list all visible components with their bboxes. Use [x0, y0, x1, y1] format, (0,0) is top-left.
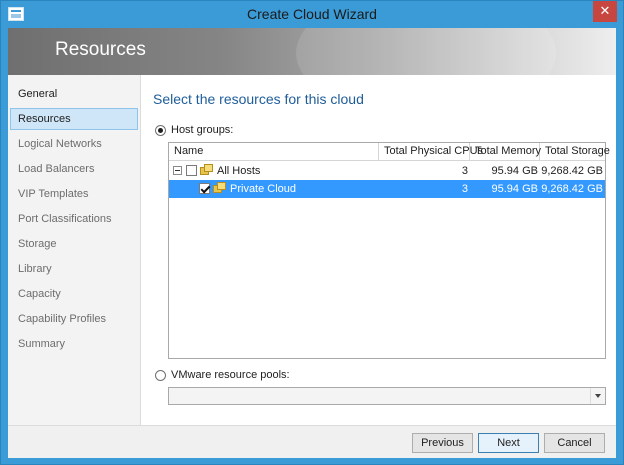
page-title: Resources: [55, 39, 146, 60]
row-storage: 9,268.42 GB: [541, 165, 603, 177]
table-row[interactable]: Private Cloud 3 95.94 GB 9,268.42 GB: [169, 180, 605, 198]
nav-item-logical-networks[interactable]: Logical Networks: [10, 133, 138, 155]
nav-item-load-balancers[interactable]: Load Balancers: [10, 158, 138, 180]
next-button[interactable]: Next: [478, 433, 539, 453]
nav-item-storage[interactable]: Storage: [10, 233, 138, 255]
collapse-icon[interactable]: [173, 166, 182, 175]
nav-item-summary[interactable]: Summary: [10, 333, 138, 355]
section-heading: Select the resources for this cloud: [153, 91, 364, 107]
all-hosts-checkbox[interactable]: [186, 165, 197, 176]
column-header-cpus[interactable]: Total Physical CPUs: [379, 143, 483, 161]
host-groups-radio[interactable]: [155, 125, 166, 136]
nav-item-capacity[interactable]: Capacity: [10, 283, 138, 305]
nav-item-capability-profiles[interactable]: Capability Profiles: [10, 308, 138, 330]
grid-header: Name Total Physical CPUs Total Memory To…: [169, 143, 610, 161]
wizard-footer: Previous Next Cancel: [8, 425, 616, 458]
window-title: Create Cloud Wizard: [247, 6, 377, 22]
nav-item-resources[interactable]: Resources: [10, 108, 138, 130]
wizard-client-area: Resources General Resources Logical Netw…: [8, 28, 616, 458]
host-groups-label: Host groups:: [171, 124, 234, 136]
nav-item-library[interactable]: Library: [10, 258, 138, 280]
row-storage: 9,268.42 GB: [541, 183, 603, 195]
previous-button[interactable]: Previous: [412, 433, 473, 453]
row-cpus: 3: [461, 165, 468, 177]
column-header-name[interactable]: Name: [169, 143, 379, 161]
cancel-button[interactable]: Cancel: [544, 433, 605, 453]
private-cloud-checkbox[interactable]: [199, 183, 210, 194]
host-groups-grid: Name Total Physical CPUs Total Memory To…: [168, 142, 610, 359]
close-icon: ✕: [599, 3, 611, 18]
close-button[interactable]: ✕: [593, 1, 617, 22]
row-cpus: 3: [461, 183, 468, 195]
page-banner: Resources: [8, 28, 616, 75]
vmware-pools-radio[interactable]: [155, 370, 166, 381]
row-name: Private Cloud: [230, 183, 297, 195]
nav-item-vip-templates[interactable]: VIP Templates: [10, 183, 138, 205]
title-bar: Create Cloud Wizard ✕: [1, 1, 623, 28]
wizard-steps-nav: General Resources Logical Networks Load …: [8, 75, 141, 425]
column-header-storage[interactable]: Total Storage: [540, 143, 610, 161]
nav-item-port-classifications[interactable]: Port Classifications: [10, 208, 138, 230]
wizard-window: Create Cloud Wizard ✕ Resources General …: [0, 0, 624, 465]
host-group-icon: [200, 164, 213, 177]
chevron-down-icon[interactable]: [590, 388, 605, 404]
row-memory: 95.94 GB: [491, 183, 538, 195]
table-row[interactable]: All Hosts 3 95.94 GB 9,268.42 GB: [169, 162, 605, 180]
host-group-icon: [213, 182, 226, 195]
row-name: All Hosts: [217, 165, 261, 177]
vmware-pools-label: VMware resource pools:: [171, 369, 290, 381]
column-header-memory[interactable]: Total Memory: [470, 143, 541, 161]
vmware-pools-dropdown[interactable]: [168, 387, 606, 405]
row-memory: 95.94 GB: [491, 165, 538, 177]
nav-item-general[interactable]: General: [10, 83, 138, 105]
